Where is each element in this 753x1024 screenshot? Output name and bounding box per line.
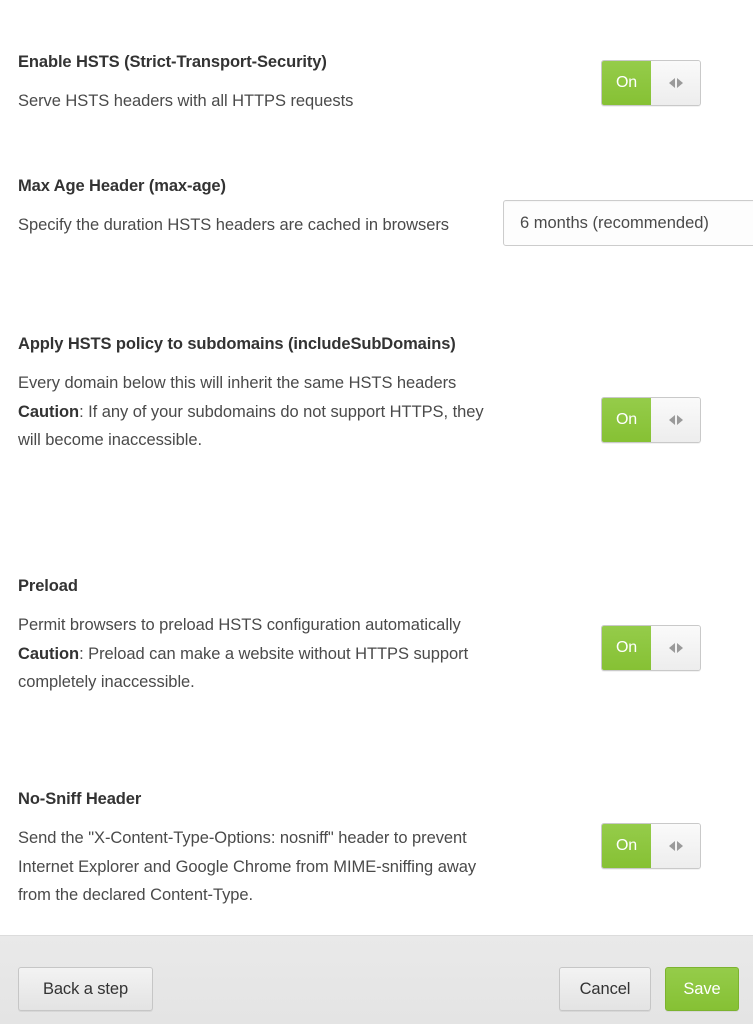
hsts-settings-page: Enable HSTS (Strict-Transport-Security) … xyxy=(0,0,753,1024)
toggle-on-label-no-sniff-header: On xyxy=(602,824,651,868)
toggle-on-label-enable-hsts: On xyxy=(602,61,651,105)
setting-desc-line2-include-subdomains: : If any of your subdomains do not suppo… xyxy=(18,402,484,450)
cancel-button[interactable]: Cancel xyxy=(559,967,651,1011)
setting-desc-enable-hsts: Serve HSTS headers with all HTTPS reques… xyxy=(18,92,354,110)
arrow-left-icon xyxy=(668,643,675,653)
arrow-right-icon xyxy=(676,643,683,653)
setting-text-enable-hsts: Enable HSTS (Strict-Transport-Security) … xyxy=(18,48,518,116)
toggle-enable-hsts[interactable]: On xyxy=(601,60,701,106)
toggle-on-label-include-subdomains: On xyxy=(602,398,651,442)
setting-text-preload: Preload Permit browsers to preload HSTS … xyxy=(18,572,488,697)
arrow-left-icon xyxy=(668,78,675,88)
setting-desc-line2-preload: : Preload can make a website without HTT… xyxy=(18,644,469,692)
setting-desc-no-sniff-header: Send the "X-Content-Type-Options: nosnif… xyxy=(18,829,477,904)
setting-text-max-age-header: Max Age Header (max-age) Specify the dur… xyxy=(18,172,488,240)
select-max-age-header[interactable]: 6 months (recommended) xyxy=(503,200,753,246)
setting-desc-max-age-header: Specify the duration HSTS headers are ca… xyxy=(18,216,450,234)
setting-text-include-subdomains: Apply HSTS policy to subdomains (include… xyxy=(18,330,498,455)
caution-label-include-subdomains: Caution xyxy=(18,402,80,421)
setting-desc-line1-preload: Permit browsers to preload HSTS configur… xyxy=(18,616,461,634)
setting-desc-include-subdomains: Every domain below this will inherit the… xyxy=(18,369,498,455)
toggle-on-label-preload: On xyxy=(602,626,651,670)
toggle-no-sniff-header[interactable]: On xyxy=(601,823,701,869)
settings-list: Enable HSTS (Strict-Transport-Security) … xyxy=(0,0,753,935)
setting-title-enable-hsts: Enable HSTS (Strict-Transport-Security) xyxy=(18,53,327,71)
toggle-handle-preload[interactable] xyxy=(651,626,700,670)
setting-desc-preload: Permit browsers to preload HSTS configur… xyxy=(18,611,488,697)
setting-title-max-age-header: Max Age Header (max-age) xyxy=(18,177,226,195)
setting-desc-line1-include-subdomains: Every domain below this will inherit the… xyxy=(18,374,457,392)
toggle-handle-enable-hsts[interactable] xyxy=(651,61,700,105)
setting-title-include-subdomains: Apply HSTS policy to subdomains (include… xyxy=(18,335,456,353)
arrow-right-icon xyxy=(676,415,683,425)
select-value-max-age-header: 6 months (recommended) xyxy=(520,213,709,232)
setting-title-preload: Preload xyxy=(18,577,78,595)
arrow-left-icon xyxy=(668,415,675,425)
arrow-right-icon xyxy=(676,841,683,851)
toggle-handle-include-subdomains[interactable] xyxy=(651,398,700,442)
arrow-left-icon xyxy=(668,841,675,851)
toggle-preload[interactable]: On xyxy=(601,625,701,671)
save-button[interactable]: Save xyxy=(665,967,739,1011)
back-a-step-button[interactable]: Back a step xyxy=(18,967,153,1011)
toggle-include-subdomains[interactable]: On xyxy=(601,397,701,443)
setting-text-no-sniff-header: No-Sniff Header Send the "X-Content-Type… xyxy=(18,785,513,910)
toggle-handle-no-sniff-header[interactable] xyxy=(651,824,700,868)
caution-label-preload: Caution xyxy=(18,644,80,663)
arrow-right-icon xyxy=(676,78,683,88)
setting-title-no-sniff-header: No-Sniff Header xyxy=(18,790,142,808)
